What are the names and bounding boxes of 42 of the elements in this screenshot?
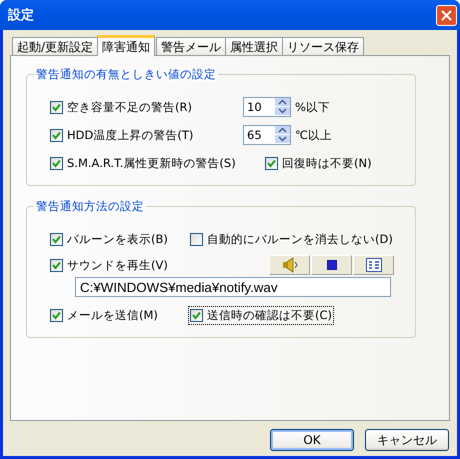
checkbox[interactable]: 回復時は不要(N) xyxy=(264,154,373,172)
file-path-field[interactable]: C:¥WINDOWS¥media¥notify.wav xyxy=(75,277,391,297)
checkbox[interactable]: 送信時の確認は不要(C) xyxy=(189,306,334,324)
check-icon xyxy=(52,234,61,244)
window-title: 設定 xyxy=(8,6,34,24)
group-title: 警告通知方法の設定 xyxy=(34,199,146,214)
speaker-icon xyxy=(280,257,298,273)
tab[interactable]: 警告メール xyxy=(156,37,226,55)
checkbox[interactable]: S.M.A.R.T.属性更新時の警告(S) xyxy=(49,154,264,172)
unit-label: ℃以上 xyxy=(295,128,332,142)
tab[interactable]: リソース保存 xyxy=(282,37,364,55)
spin-arrows-icon[interactable] xyxy=(275,126,290,144)
check-icon xyxy=(52,158,61,168)
ok-button[interactable]: OK xyxy=(270,429,354,451)
close-icon xyxy=(441,10,452,20)
play-button[interactable] xyxy=(269,255,310,275)
number-field[interactable]: 10 xyxy=(243,97,291,117)
cancel-button[interactable]: キャンセル xyxy=(365,429,449,451)
checkbox[interactable]: サウンドを再生(V) xyxy=(49,256,243,274)
spin-arrows-icon[interactable] xyxy=(275,98,290,116)
checkbox[interactable]: 空き容量不足の警告(R) xyxy=(49,98,243,116)
check-icon xyxy=(52,260,61,270)
check-icon xyxy=(52,310,61,320)
checkbox[interactable]: バルーンを表示(B) xyxy=(49,230,189,248)
checkbox[interactable]: メールを送信(M) xyxy=(49,306,189,324)
list-icon xyxy=(366,258,382,272)
unit-label: %以下 xyxy=(295,100,330,114)
stop-button[interactable] xyxy=(311,255,352,275)
checkbox[interactable]: HDD温度上昇の警告(T) xyxy=(49,126,243,144)
tab[interactable]: 障害通知 xyxy=(97,35,156,56)
check-icon xyxy=(52,102,61,112)
check-icon xyxy=(267,158,276,168)
browse-button[interactable] xyxy=(353,255,394,275)
check-icon xyxy=(52,130,61,140)
tab[interactable]: 起動/更新設定 xyxy=(12,37,98,55)
number-field[interactable]: 65 xyxy=(243,125,291,145)
group-title: 警告通知の有無としきい値の設定 xyxy=(34,67,218,82)
checkbox[interactable]: 自動的にバルーンを消去しない(D) xyxy=(189,230,394,248)
check-icon xyxy=(192,310,201,320)
stop-icon xyxy=(326,260,336,270)
close-button[interactable] xyxy=(436,4,457,26)
tab[interactable]: 属性選択 xyxy=(225,37,284,55)
